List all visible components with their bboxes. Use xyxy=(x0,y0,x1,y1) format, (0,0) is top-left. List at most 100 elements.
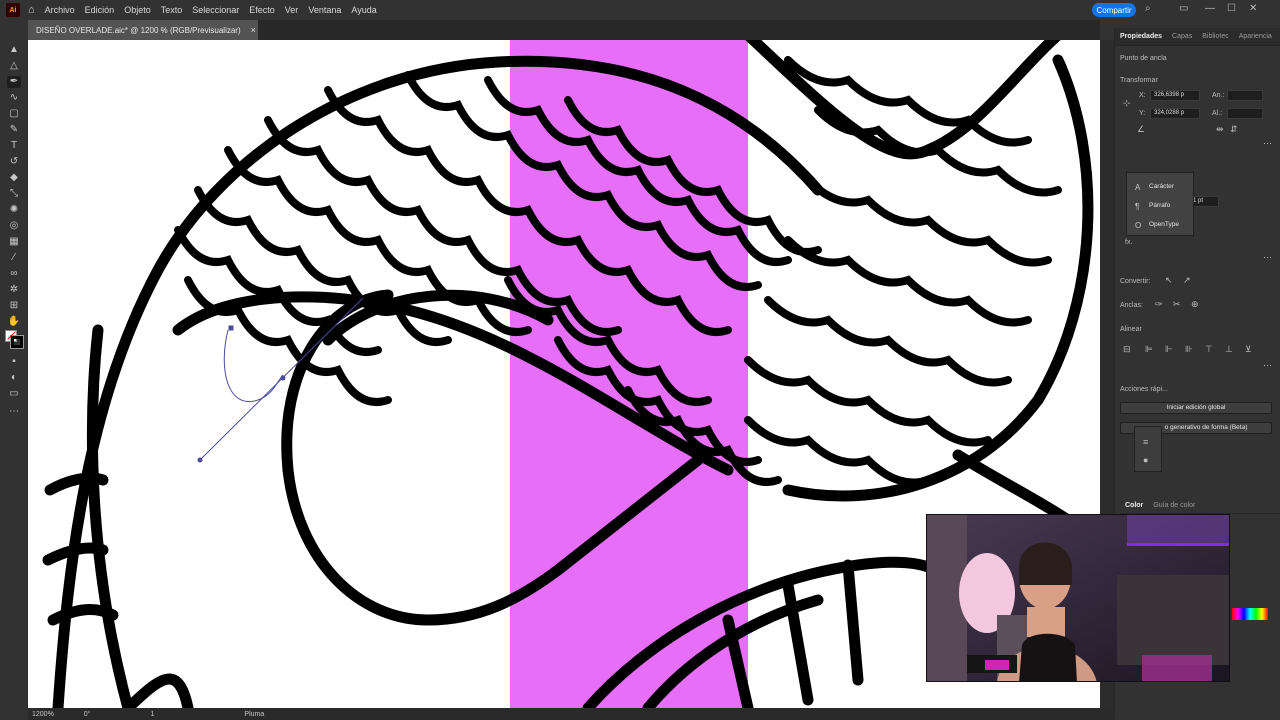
more-options-icon[interactable]: ⋯ xyxy=(1263,138,1272,149)
minimize-icon[interactable]: — xyxy=(1205,3,1215,14)
x-field[interactable]: 326,6398 p xyxy=(1150,90,1200,101)
artboard-icon[interactable]: ⊞ xyxy=(7,300,21,312)
remove-anchor-icon[interactable]: ✑ xyxy=(1155,299,1163,310)
reference-point-icon[interactable]: ⊹ xyxy=(1123,98,1131,109)
share-button[interactable]: Compartir xyxy=(1092,3,1136,17)
close-icon[interactable]: ✕ xyxy=(1249,3,1257,14)
align-middle-v-icon[interactable]: ⊥ xyxy=(1225,344,1233,355)
gradient-icon[interactable]: ▦ xyxy=(7,236,21,248)
app-logo: Ai xyxy=(6,3,20,17)
align-left-icon[interactable]: ⊫ xyxy=(1145,344,1153,355)
scale-icon[interactable]: ⤡ xyxy=(7,188,21,200)
tab-propiedades[interactable]: Propiedades xyxy=(1115,33,1167,40)
screen-mode-icon[interactable]: ▭ xyxy=(7,388,21,400)
symbol-sprayer-icon[interactable]: ✲ xyxy=(7,284,21,296)
arrange-icon[interactable]: ▭ xyxy=(1179,3,1188,14)
popup-item-parrafo[interactable]: ¶ Párrafo xyxy=(1135,202,1170,211)
appearance-more-icon[interactable]: ⋯ xyxy=(1263,252,1272,263)
draw-mode-icon[interactable]: ◐ xyxy=(7,372,21,384)
align-right-icon[interactable]: ⊪ xyxy=(1185,344,1193,355)
rotate-icon[interactable]: ↺ xyxy=(7,156,21,168)
selection-tool-icon[interactable]: ▲ xyxy=(7,44,21,56)
flip-horizontal-icon[interactable]: ⇹ xyxy=(1216,124,1224,135)
height-field[interactable] xyxy=(1227,108,1263,119)
rotate-angle-icon[interactable]: ∠ xyxy=(1137,124,1145,135)
eyedropper-icon[interactable]: ⁄ xyxy=(7,252,21,264)
type-panels-popup: A Carácter ¶ Párrafo O OpenType xyxy=(1126,172,1194,236)
global-edit-button[interactable]: Iniciar edición global xyxy=(1120,402,1272,414)
more-tools-icon[interactable]: ⋯ xyxy=(7,406,21,418)
menu-objeto[interactable]: Objeto xyxy=(124,5,151,15)
anchor-connect-icon[interactable]: ⊕ xyxy=(1191,299,1199,310)
search-icon[interactable]: ⌕ xyxy=(1145,3,1151,14)
pen-tool-icon[interactable]: ✒ xyxy=(7,76,21,88)
color-mode-icon[interactable]: ▪ xyxy=(7,356,21,368)
align-more-icon[interactable]: ⋯ xyxy=(1263,360,1272,371)
color-spectrum[interactable] xyxy=(1232,608,1268,620)
menu-lines-icon[interactable]: ≡ xyxy=(1143,437,1148,447)
cut-path-icon[interactable]: ✂ xyxy=(1173,299,1181,310)
document-tab-title: DISEÑO OVERLADE.aic* @ 1200 % (RGB/Previ… xyxy=(36,25,241,35)
tab-bibliotecas[interactable]: Bibliotec xyxy=(1197,33,1233,40)
width-field[interactable] xyxy=(1227,90,1263,101)
tab-color[interactable]: Color xyxy=(1120,502,1148,509)
direct-selection-icon[interactable]: △ xyxy=(7,60,21,72)
menu-ayuda[interactable]: Ayuda xyxy=(351,5,376,15)
flip-vertical-icon[interactable]: ⇵ xyxy=(1230,124,1238,135)
rectangle-tool-icon[interactable]: ▢ xyxy=(7,108,21,120)
type-tool-icon[interactable]: T xyxy=(7,140,21,152)
tab-color-guide[interactable]: Guía de color xyxy=(1148,502,1200,509)
color-panel-tabs: Color Guía de color xyxy=(1120,498,1280,514)
tab-apariencia[interactable]: Apariencia xyxy=(1234,33,1277,40)
curvature-tool-icon[interactable]: ∿ xyxy=(7,92,21,104)
rotation-value[interactable]: 0° xyxy=(84,711,91,718)
x-label: X: xyxy=(1139,92,1146,99)
document-tab[interactable]: DISEÑO OVERLADE.aic* @ 1200 % (RGB/Previ… xyxy=(28,20,258,40)
align-bottom-icon[interactable]: ⊻ xyxy=(1245,344,1252,355)
shape-builder-icon[interactable]: ◎ xyxy=(7,220,21,232)
paragraph-icon: ¶ xyxy=(1135,202,1140,211)
home-icon[interactable]: ⌂ xyxy=(28,4,35,16)
quick-actions-label: Acciones rápi... xyxy=(1120,386,1168,393)
menu-bar: Ai ⌂ Archivo Edición Objeto Texto Selecc… xyxy=(0,0,1280,20)
tools-panel: ▲ △ ✒ ∿ ▢ ✎ T ↺ ◆ ⤡ ✺ ◎ ▦ ⁄ ∞ ✲ ⊞ ✋ ⌕ ▪ … xyxy=(0,40,28,708)
warp-icon[interactable]: ✺ xyxy=(7,204,21,216)
menu-edicion[interactable]: Edición xyxy=(85,5,115,15)
anchor-point-label: Punto de ancla xyxy=(1120,55,1167,62)
character-icon: A xyxy=(1135,183,1141,192)
sphere-icon[interactable]: ● xyxy=(1143,455,1148,465)
webcam-overlay xyxy=(926,514,1230,682)
brush-icon[interactable]: ✎ xyxy=(7,124,21,136)
fill-stroke-icon[interactable] xyxy=(5,330,24,349)
menu-seleccionar[interactable]: Seleccionar xyxy=(192,5,239,15)
align-to-icon[interactable]: ⊟ xyxy=(1123,344,1131,355)
document-tab-bar: DISEÑO OVERLADE.aic* @ 1200 % (RGB/Previ… xyxy=(28,20,1100,40)
menu-ventana[interactable]: Ventana xyxy=(308,5,341,15)
popup-item-caracter[interactable]: A Carácter xyxy=(1135,183,1174,192)
tab-capas[interactable]: Capas xyxy=(1167,33,1197,40)
convert-corner-icon[interactable]: ↖ xyxy=(1165,275,1173,286)
menu-archivo[interactable]: Archivo xyxy=(45,5,75,15)
blend-icon[interactable]: ∞ xyxy=(7,268,21,280)
menu-texto[interactable]: Texto xyxy=(161,5,183,15)
fx-label[interactable]: fx. xyxy=(1125,239,1132,246)
webcam-video xyxy=(927,515,1229,681)
zoom-level[interactable]: 1200% xyxy=(32,711,54,718)
hand-icon[interactable]: ✋ xyxy=(7,316,21,328)
eraser-icon[interactable]: ◆ xyxy=(7,172,21,184)
panel-tabs: Propiedades Capas Bibliotec Apariencia xyxy=(1115,28,1280,46)
y-label: Y: xyxy=(1139,110,1146,117)
align-top-icon[interactable]: ⊤ xyxy=(1205,344,1213,355)
maximize-icon[interactable]: ☐ xyxy=(1227,3,1236,14)
y-field[interactable]: 324,0288 p xyxy=(1150,108,1200,119)
transform-label: Transformar xyxy=(1120,77,1158,84)
popup-item-opentype[interactable]: O OpenType xyxy=(1135,221,1179,230)
current-tool-label: Pluma xyxy=(244,710,265,718)
align-center-h-icon[interactable]: ⊩ xyxy=(1165,344,1173,355)
menu-efecto[interactable]: Efecto xyxy=(249,5,275,15)
menu-ver[interactable]: Ver xyxy=(285,5,299,15)
status-bar: 1200% 0° 1 Pluma xyxy=(28,708,1114,720)
close-tab-icon[interactable]: × xyxy=(251,25,256,35)
artboard-number[interactable]: 1 xyxy=(151,711,155,718)
convert-smooth-icon[interactable]: ↗ xyxy=(1183,275,1191,286)
